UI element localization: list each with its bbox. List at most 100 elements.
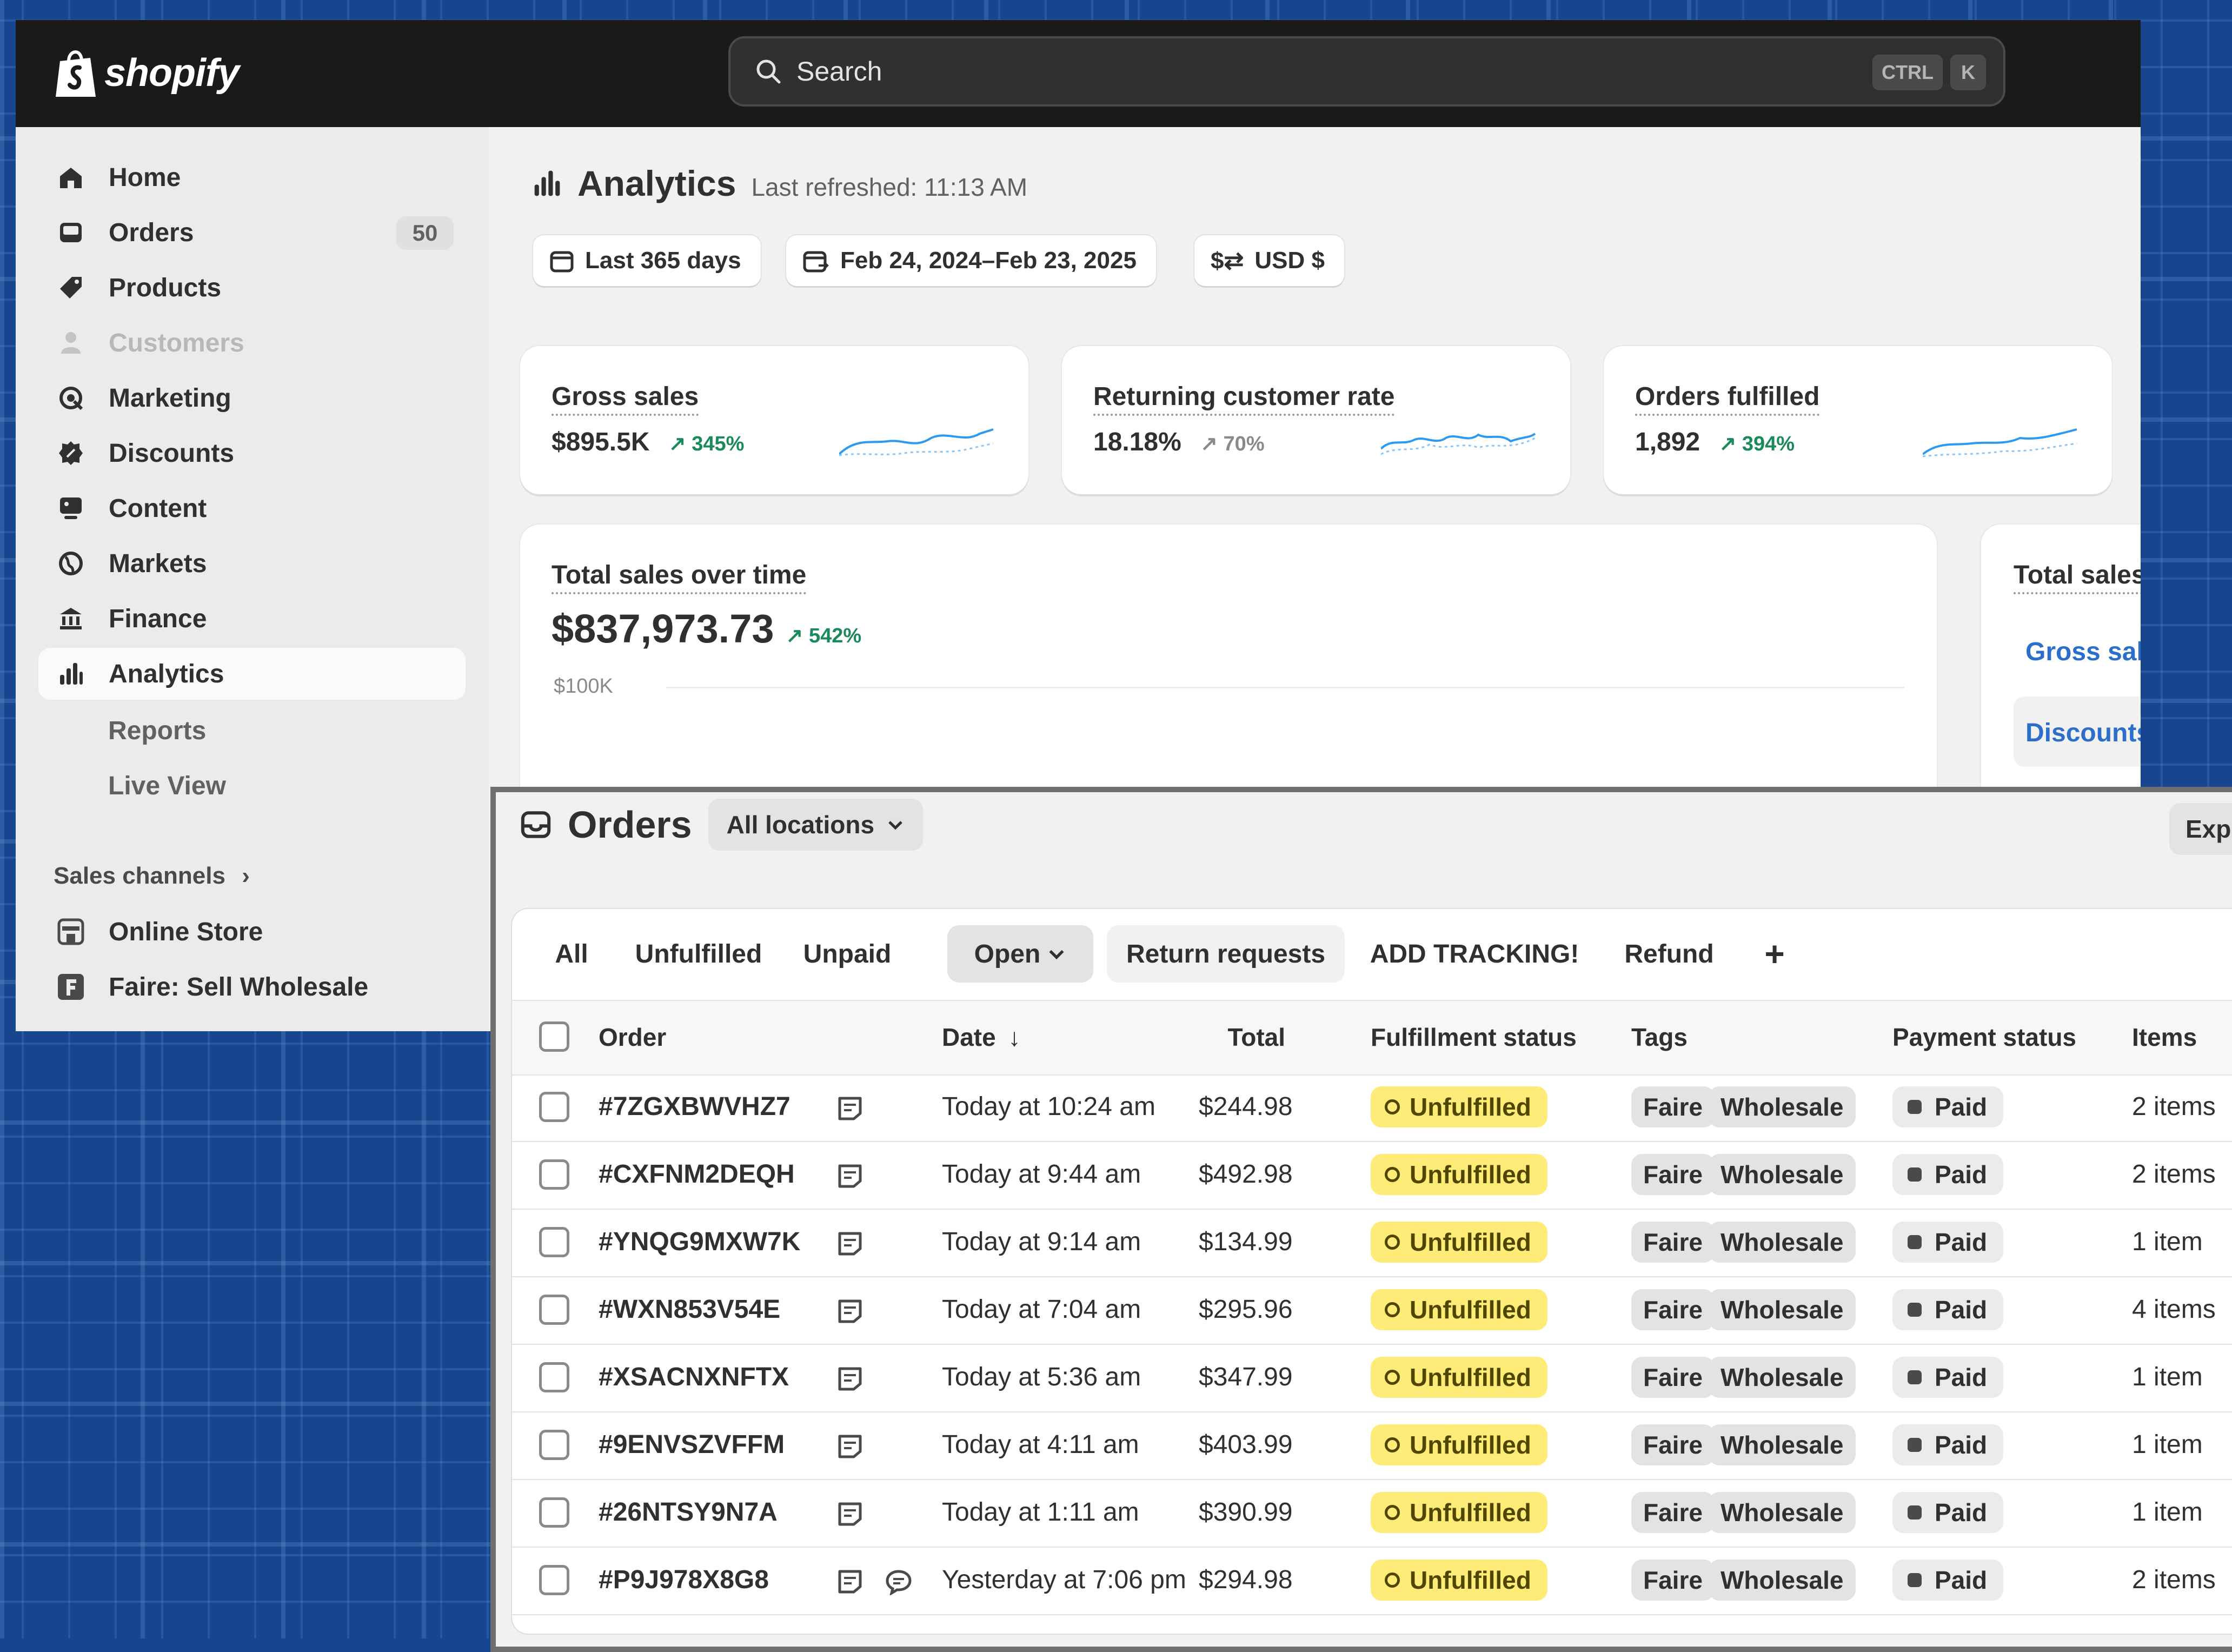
bank-icon	[57, 605, 85, 633]
order-total: $295.96	[1199, 1295, 1293, 1324]
sidebar-item-analytics[interactable]: Analytics	[38, 648, 466, 700]
sidebar-channel-online-store[interactable]: Online Store	[38, 906, 466, 958]
tag-icon	[57, 274, 85, 302]
order-total: $403.99	[1199, 1430, 1293, 1459]
order-id[interactable]: #WXN853V54E	[599, 1295, 780, 1324]
breakdown-link-gross-sales[interactable]: Gross sales	[2025, 637, 2141, 667]
top-bar: shopify Search CTRL K	[16, 20, 2141, 127]
row-checkbox[interactable]	[539, 1565, 569, 1595]
tab-unfulfilled[interactable]: Unfulfilled	[631, 925, 766, 983]
row-checkbox[interactable]	[539, 1227, 569, 1257]
row-checkbox[interactable]	[539, 1295, 569, 1325]
total-sales-delta: ↗ 542%	[786, 625, 862, 647]
shopify-logo[interactable]: shopify	[52, 46, 240, 100]
order-id[interactable]: #26NTSY9N7A	[599, 1497, 778, 1527]
person-icon	[57, 329, 85, 357]
paid-dot-icon	[1908, 1438, 1922, 1452]
sidebar-item-label: Discounts	[109, 439, 235, 468]
metric-delta: ↗ 345%	[668, 433, 745, 455]
column-header-order[interactable]: Order	[599, 1023, 666, 1052]
table-row[interactable]: #9ENVSZVFFM Today at 4:11 am $403.99 Unf…	[512, 1411, 2232, 1480]
sort-arrow-down-icon: ↓	[1008, 1023, 1021, 1051]
metric-card-gross-sales[interactable]: Gross sales $895.5K ↗ 345%	[520, 346, 1028, 494]
sidebar-item-markets[interactable]: Markets	[38, 538, 466, 589]
order-id[interactable]: #9ENVSZVFFM	[599, 1430, 785, 1459]
search-placeholder: Search	[796, 56, 882, 87]
sidebar-channel-faire[interactable]: Faire: Sell Wholesale	[38, 961, 466, 1013]
sidebar-item-customers[interactable]: Customers	[38, 317, 466, 369]
payment-status-text: Paid	[1935, 1093, 1988, 1121]
date-range-preset-button[interactable]: Last 365 days	[533, 235, 761, 286]
breakdown-link-discounts[interactable]: Discounts	[2025, 718, 2141, 748]
sidebar-item-discounts[interactable]: Discounts	[38, 427, 466, 479]
sidebar-item-products[interactable]: Products	[38, 262, 466, 314]
search-bar[interactable]: Search CTRL K	[728, 36, 2005, 107]
currency-button[interactable]: $⇄ USD $	[1194, 235, 1344, 286]
row-checkbox[interactable]	[539, 1430, 569, 1460]
sidebar-item-home[interactable]: Home	[38, 151, 466, 203]
order-id[interactable]: #XSACNXNFTX	[599, 1362, 789, 1392]
target-icon	[57, 384, 85, 412]
sidebar-item-orders[interactable]: Orders 50	[38, 207, 466, 258]
fulfillment-status-badge: Unfulfilled	[1371, 1357, 1547, 1398]
sidebar-item-label: Finance	[109, 604, 207, 633]
sidebar-subitem-reports[interactable]: Reports	[108, 716, 206, 746]
table-row[interactable]: #7ZGXBWVHZ7 Today at 10:24 am $244.98 Un…	[512, 1073, 2232, 1142]
table-row[interactable]: #YNQG9MXW7K Today at 9:14 am $134.99 Unf…	[512, 1209, 2232, 1277]
globe-icon	[57, 549, 85, 578]
order-date: Today at 5:36 am	[942, 1363, 1141, 1391]
column-header-items[interactable]: Items	[2132, 1023, 2197, 1052]
metric-card-returning-customer-rate[interactable]: Returning customer rate 18.18% ↗ 70%	[1062, 346, 1570, 494]
order-id[interactable]: #P9J978X8G8	[599, 1565, 769, 1595]
date-range-button[interactable]: Feb 24, 2024–Feb 23, 2025	[786, 235, 1156, 286]
sidebar-subitem-live-view[interactable]: Live View	[108, 771, 226, 801]
paid-dot-icon	[1908, 1303, 1922, 1317]
row-checkbox[interactable]	[539, 1159, 569, 1190]
sales-channels-heading[interactable]: Sales channels ›	[54, 863, 250, 890]
tab-refund[interactable]: Refund	[1615, 925, 1723, 983]
sidebar-item-content[interactable]: Content	[38, 482, 466, 534]
order-id[interactable]: #YNQG9MXW7K	[599, 1227, 800, 1257]
order-id[interactable]: #CXFNM2DEQH	[599, 1159, 795, 1189]
tab-return-requests[interactable]: Return requests	[1107, 925, 1345, 983]
sidebar-item-finance[interactable]: Finance	[38, 593, 466, 645]
order-id[interactable]: #7ZGXBWVHZ7	[599, 1092, 790, 1122]
column-header-total[interactable]: Total	[1210, 1023, 1285, 1052]
payment-status-badge: Paid	[1892, 1492, 2004, 1533]
row-checkbox[interactable]	[539, 1362, 569, 1392]
tab-all[interactable]: All	[544, 925, 599, 983]
item-count: 2 items	[2132, 1092, 2216, 1121]
column-header-fulfillment[interactable]: Fulfillment status	[1371, 1023, 1577, 1052]
tab-add-tracking[interactable]: ADD TRACKING!	[1366, 925, 1583, 983]
location-selector[interactable]: All locations	[708, 799, 924, 851]
orders-count-badge: 50	[396, 216, 454, 250]
order-note-icon	[838, 1232, 862, 1256]
row-checkbox[interactable]	[539, 1092, 569, 1122]
metric-card-orders-fulfilled[interactable]: Orders fulfilled 1,892 ↗ 394%	[1604, 346, 2112, 494]
sidebar-item-marketing[interactable]: Marketing	[38, 372, 466, 424]
tag-badge: Faire	[1631, 1289, 1715, 1330]
metric-label: Returning customer rate	[1093, 382, 1395, 416]
table-row[interactable]: #26NTSY9N7A Today at 1:11 am $390.99 Unf…	[512, 1479, 2232, 1548]
fulfillment-status-text: Unfulfilled	[1410, 1498, 1531, 1527]
export-button[interactable]: Exp	[2169, 803, 2232, 855]
table-row[interactable]: #WXN853V54E Today at 7:04 am $295.96 Unf…	[512, 1276, 2232, 1345]
row-checkbox[interactable]	[539, 1497, 569, 1528]
column-header-payment[interactable]: Payment status	[1892, 1023, 2076, 1052]
sidebar-item-label: Products	[109, 273, 222, 302]
orders-header: Orders All locations	[520, 799, 924, 851]
sparkline-gross-sales	[839, 428, 994, 456]
tab-open[interactable]: Open	[947, 925, 1093, 983]
add-view-button[interactable]: +	[1750, 925, 1799, 983]
table-row[interactable]: #XSACNXNFTX Today at 5:36 am $347.99 Unf…	[512, 1344, 2232, 1412]
paid-dot-icon	[1908, 1167, 1922, 1182]
select-all-checkbox[interactable]	[539, 1021, 569, 1052]
fulfillment-status-badge: Unfulfilled	[1371, 1154, 1547, 1195]
column-header-date[interactable]: Date ↓	[942, 1023, 1021, 1052]
unfulfilled-ring-icon	[1385, 1437, 1400, 1452]
tab-unpaid[interactable]: Unpaid	[793, 925, 901, 983]
column-header-tags[interactable]: Tags	[1631, 1023, 1688, 1052]
table-row[interactable]: #P9J978X8G8 Yesterday at 7:06 pm $294.98…	[512, 1547, 2232, 1615]
metric-delta: ↗ 394%	[1719, 433, 1795, 455]
table-row[interactable]: #CXFNM2DEQH Today at 9:44 am $492.98 Unf…	[512, 1141, 2232, 1210]
